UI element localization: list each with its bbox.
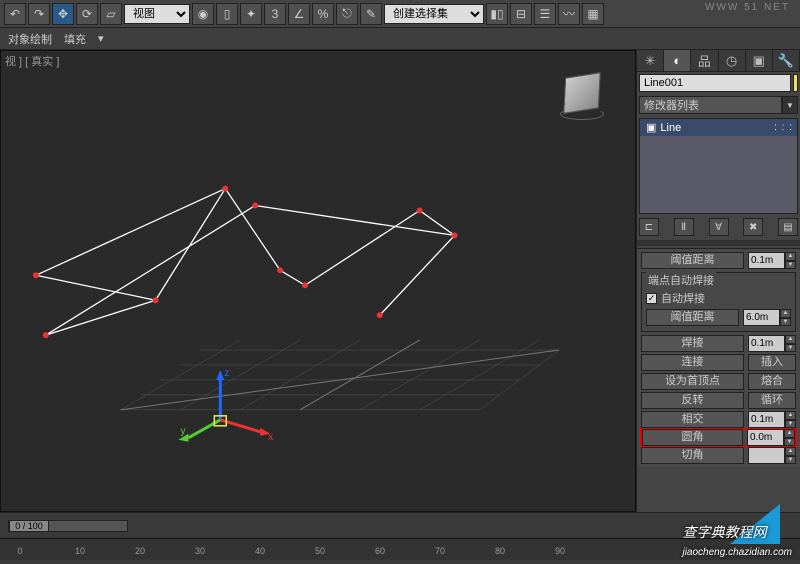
spin-down-icon[interactable]: ▼ — [785, 261, 796, 270]
tab-display-icon[interactable]: ▣ — [746, 50, 773, 71]
cycle-button[interactable]: 循环 — [748, 392, 796, 409]
angle-snap-icon[interactable]: ∠ — [288, 3, 310, 25]
auto-weld-label: 自动焊接 — [661, 290, 705, 306]
chamfer-spinner[interactable] — [748, 447, 785, 464]
fuse-button[interactable]: 熔合 — [748, 373, 796, 390]
object-paint-label: 对象绘制 — [8, 31, 52, 47]
cross-spinner[interactable]: 0.1m — [748, 411, 785, 428]
rotate-icon[interactable]: ⟳ — [76, 3, 98, 25]
align-icon[interactable]: ⊟ — [510, 3, 532, 25]
fillet-row-highlight: 圆角 0.0m▲▼ — [640, 428, 797, 447]
config-icon[interactable]: ▤ — [778, 218, 798, 236]
threshold2-spinner[interactable]: 6.0m — [743, 309, 780, 326]
pivot-icon[interactable]: ◉ — [192, 3, 214, 25]
ribbon-bar: 对象绘制 填充 ▾ — [0, 28, 800, 50]
layers-icon[interactable]: ☰ — [534, 3, 556, 25]
make-first-button[interactable]: 设为首顶点 — [641, 373, 744, 390]
redo-icon[interactable]: ↷ — [28, 3, 50, 25]
svg-text:x: x — [268, 432, 273, 443]
modifier-list-dropdown[interactable]: 修改器列表 — [639, 96, 782, 114]
reverse-button[interactable]: 反转 — [641, 392, 744, 409]
manip-icon[interactable]: ✦ — [240, 3, 262, 25]
scene-content: y x z — [1, 51, 635, 512]
object-name-field[interactable] — [639, 74, 791, 92]
svg-text:y: y — [180, 426, 185, 437]
watermark-text: 查字典教程网 jiaocheng.chazidian.com — [682, 522, 792, 558]
named-selection-dropdown[interactable]: 创建选择集 — [384, 4, 484, 24]
cross-button[interactable]: 相交 — [641, 411, 744, 428]
show-end-icon[interactable]: Ⅱ — [674, 218, 694, 236]
stack-tools: ⊏ Ⅱ ∀ ✖ ▤ — [637, 216, 800, 238]
time-thumb[interactable]: 0 / 100 — [9, 520, 49, 532]
perspective-viewport[interactable]: 视 ] [ 真实 ] yxz — [0, 50, 636, 512]
modifier-stack[interactable]: ▣ Line : : : — [639, 118, 798, 214]
tab-utilities-icon[interactable]: 🔧 — [773, 50, 800, 71]
fill-label: 填充 — [64, 31, 86, 47]
snap-toggle-icon[interactable]: 3 — [264, 3, 286, 25]
command-panel: ✳ ◐ 品 ◷ ▣ 🔧 修改器列表 ▼ ▣ Line : : : ⊏ Ⅱ ∀ ✖… — [636, 50, 800, 512]
stack-subobj-icon[interactable]: : : : — [774, 122, 793, 133]
tab-create-icon[interactable]: ✳ — [637, 50, 664, 71]
remove-mod-icon[interactable]: ✖ — [743, 218, 763, 236]
threshold-dist-spinner[interactable]: 0.1m — [748, 252, 785, 269]
auto-weld-checkbox[interactable]: ✓ — [646, 293, 657, 304]
object-color-swatch[interactable] — [793, 74, 798, 92]
weld-button[interactable]: 焊接 — [641, 335, 744, 352]
tab-motion-icon[interactable]: ◷ — [719, 50, 746, 71]
edit-sel-icon[interactable]: ✎ — [360, 3, 382, 25]
tab-modify-icon[interactable]: ◐ — [664, 50, 691, 71]
spinner-snap-icon[interactable]: ⎋ — [336, 3, 358, 25]
dropdown-arrow-icon[interactable]: ▼ — [782, 96, 798, 114]
unique-icon[interactable]: ∀ — [709, 218, 729, 236]
ref-coord-dropdown[interactable]: 视图 — [124, 4, 190, 24]
main-area: 视 ] [ 真实 ] yxz — [0, 50, 800, 512]
auto-weld-title: 端点自动焊接 — [646, 272, 716, 288]
connect-button[interactable]: 连接 — [641, 354, 744, 371]
pin-stack-icon[interactable]: ⊏ — [639, 218, 659, 236]
mirror-icon[interactable]: ▮▯ — [486, 3, 508, 25]
main-toolbar: ↶ ↷ ✥ ⟳ ▱ 视图 ◉ ▯ ✦ 3 ∠ % ⎋ ✎ 创建选择集 ▮▯ ⊟ … — [0, 0, 800, 28]
time-slider[interactable]: 0 / 100 — [0, 512, 800, 538]
select-icon[interactable]: ▯ — [216, 3, 238, 25]
undo-icon[interactable]: ↶ — [4, 3, 26, 25]
percent-snap-icon[interactable]: % — [312, 3, 334, 25]
insert-button[interactable]: 插入 — [748, 354, 796, 371]
auto-weld-group: 端点自动焊接 ✓自动焊接 阈值距离 6.0m▲▼ — [641, 272, 796, 332]
chamfer-button[interactable]: 切角 — [641, 447, 744, 464]
threshold-dist-label: 阈值距离 — [641, 252, 744, 269]
ribbon-toggle-icon[interactable]: ▾ — [98, 32, 104, 45]
threshold2-label: 阈值距离 — [646, 309, 739, 326]
geometry-rollout: 阈值距离 0.1m▲▼ 端点自动焊接 ✓自动焊接 阈值距离 6.0m▲▼ 焊接 … — [637, 248, 800, 467]
time-ruler: 0 10 20 30 40 50 60 70 80 90 — [0, 538, 800, 560]
svg-text:z: z — [224, 368, 229, 379]
scale-icon[interactable]: ▱ — [100, 3, 122, 25]
schematic-icon[interactable]: ▦ — [582, 3, 604, 25]
fillet-button[interactable]: 圆角 — [642, 429, 743, 446]
spin-up-icon[interactable]: ▲ — [785, 252, 796, 261]
command-panel-tabs: ✳ ◐ 品 ◷ ▣ 🔧 — [637, 50, 800, 72]
tab-hierarchy-icon[interactable]: 品 — [691, 50, 718, 71]
select-move-icon[interactable]: ✥ — [52, 3, 74, 25]
weld-spinner[interactable]: 0.1m — [748, 335, 785, 352]
curve-editor-icon[interactable]: 〰 — [558, 3, 580, 25]
watermark-url-top: WWW 51 NET — [705, 2, 790, 13]
fillet-spinner[interactable]: 0.0m — [747, 429, 784, 446]
